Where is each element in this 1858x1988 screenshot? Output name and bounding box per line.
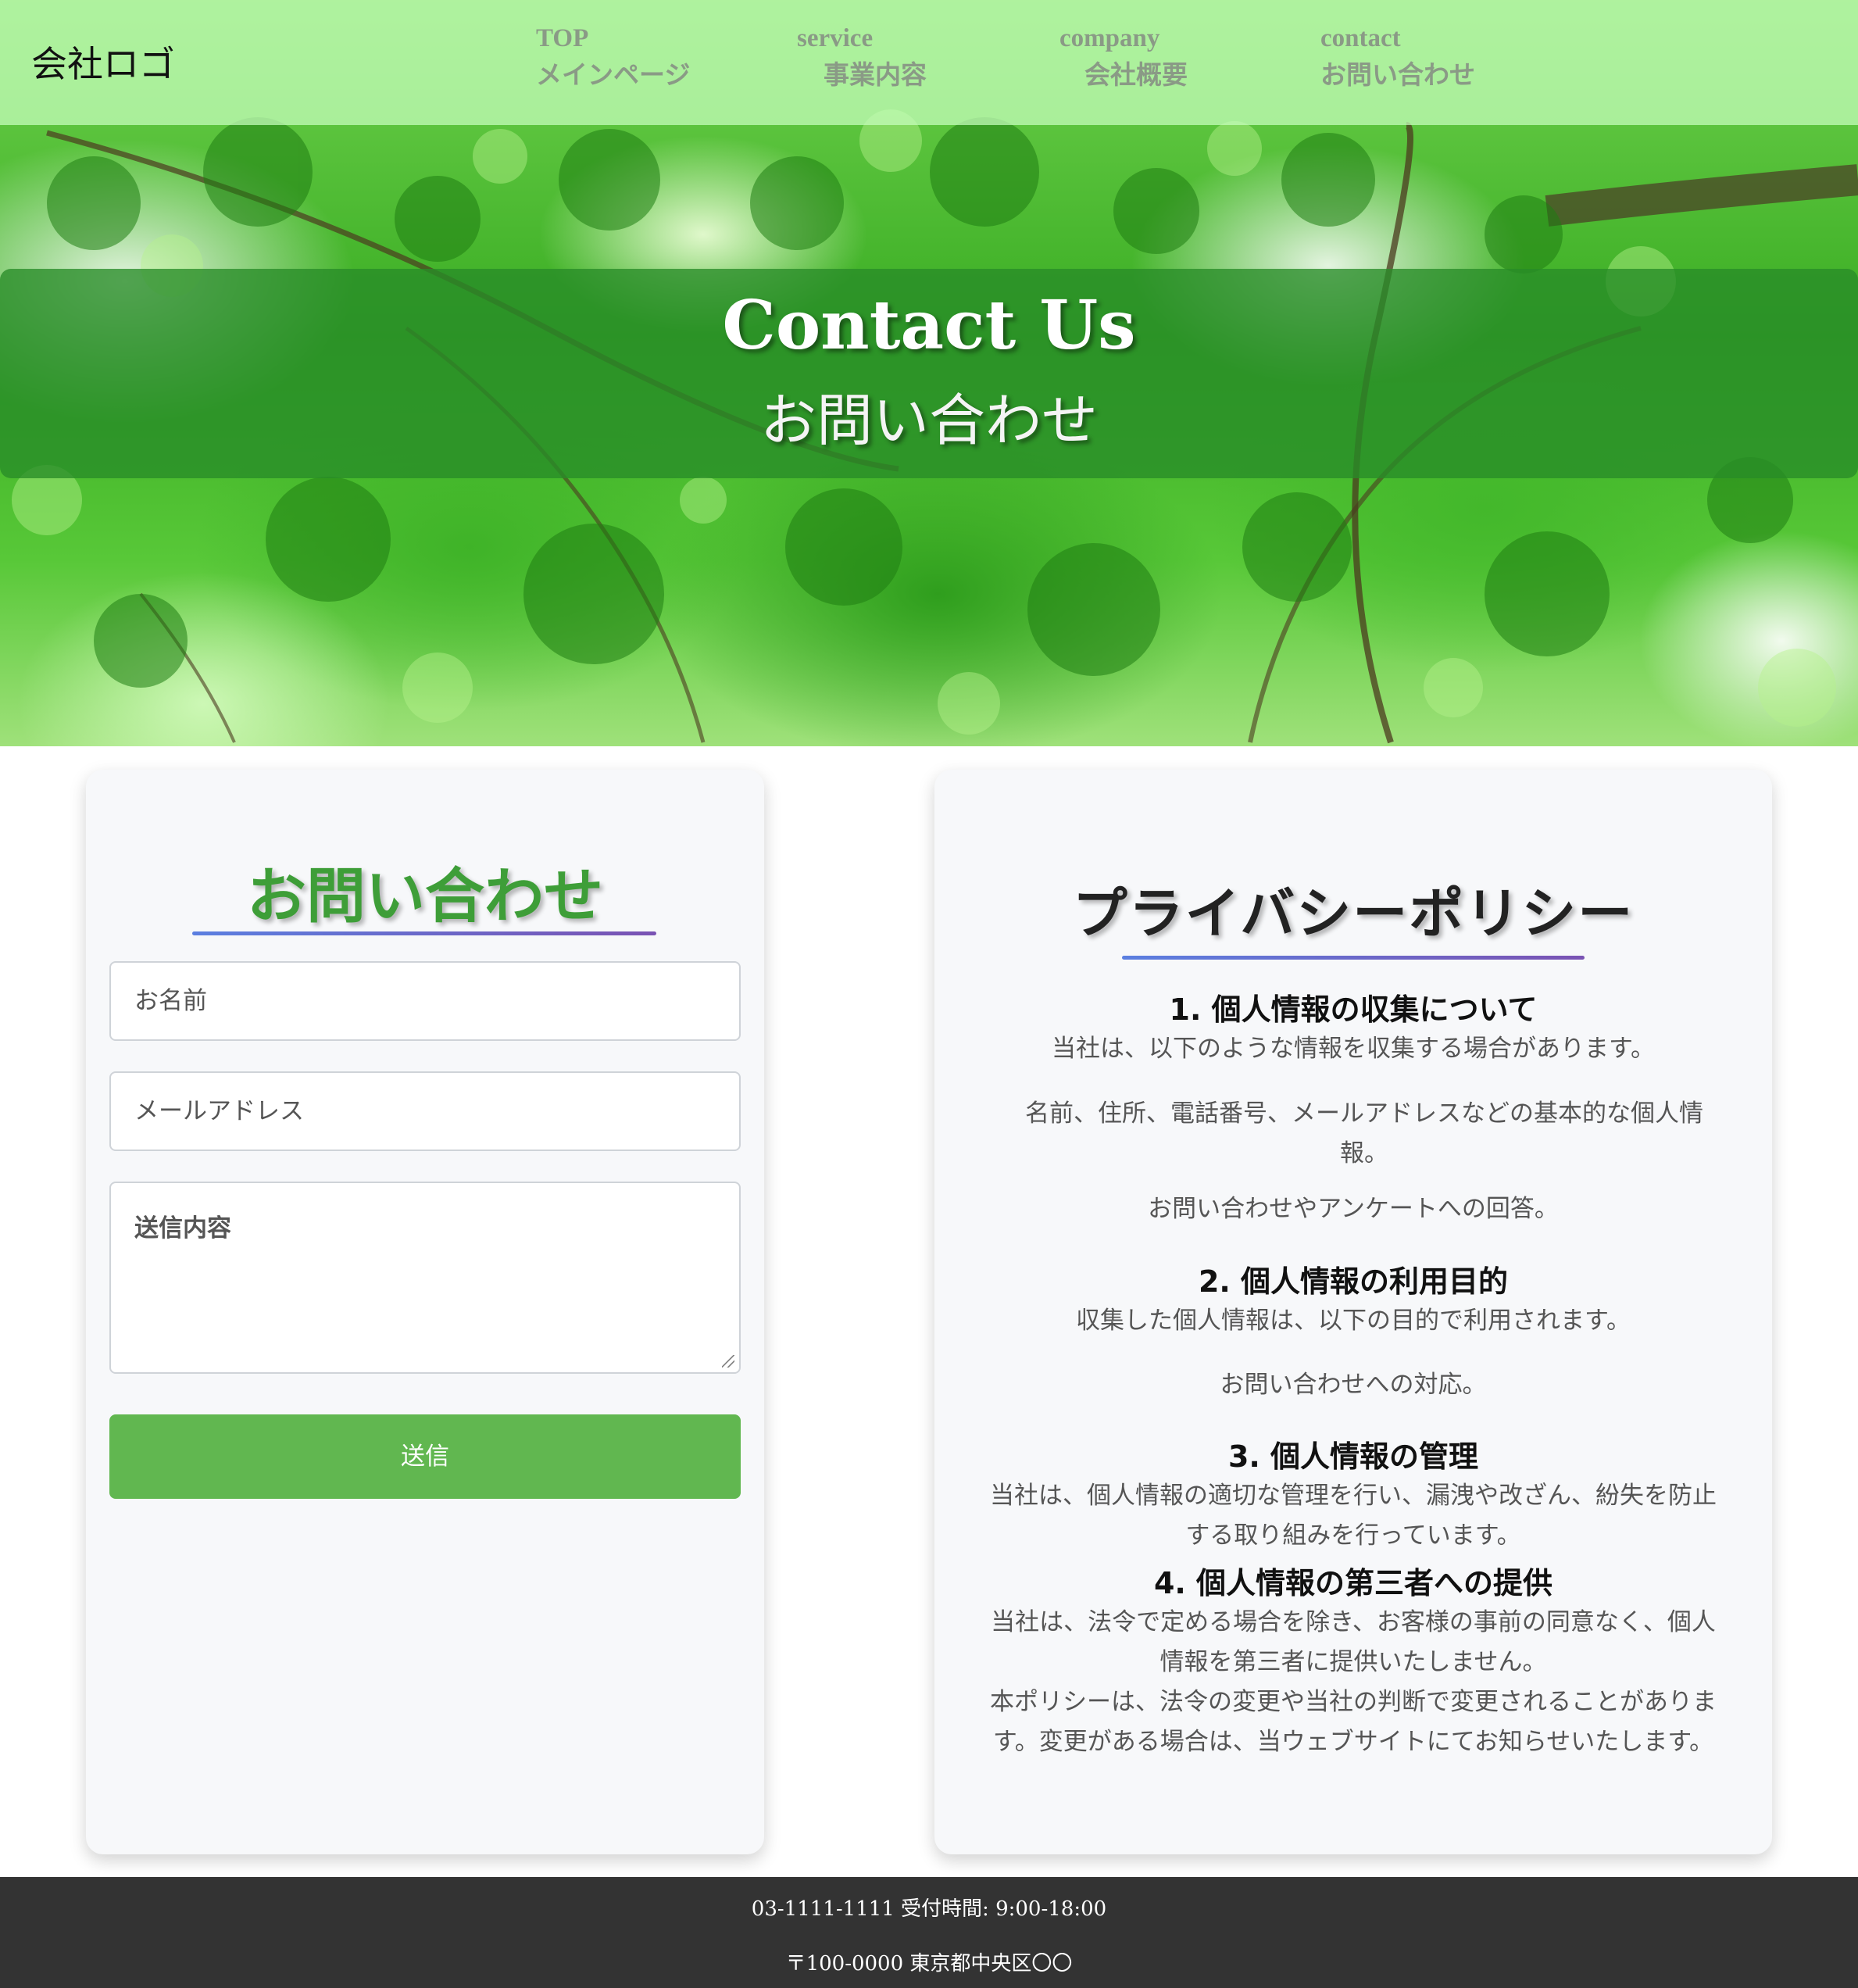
policy-section-1-item-1: 名前、住所、電話番号、メールアドレスなどの基本的な個人情報。 [1025, 1099, 1703, 1167]
policy-section-3-title: 3. 個人情報の管理 [1227, 1439, 1479, 1474]
contact-form-card: お問い合わせ お名前 メールアドレス 送信内容 送信 [86, 770, 764, 1854]
hero-banner: Contact Us お問い合わせ [0, 269, 1858, 478]
submit-button[interactable]: 送信 [109, 1414, 741, 1499]
policy-section-2-intro: 収集した個人情報は、以下の目的で利用されます。 [1076, 1307, 1631, 1335]
nav-item-top-ja: メインページ [536, 62, 691, 90]
nav-item-company-ja: 会社概要 [1084, 62, 1188, 90]
message-textarea[interactable]: 送信内容 [109, 1182, 741, 1374]
nav-item-company[interactable]: company 会社概要 [1059, 20, 1188, 95]
privacy-policy-card: プライバシーポリシー 1. 個人情報の収集について 当社は、以下のような情報を収… [934, 770, 1772, 1854]
nav-item-top[interactable]: TOP メインページ [536, 20, 690, 95]
policy-section-3-text: 当社は、個人情報の適切な管理を行い、漏洩や改ざん、紛失を防止する取り組みを行って… [990, 1482, 1717, 1550]
message-textarea-placeholder: 送信内容 [134, 1214, 231, 1242]
name-input-placeholder: お名前 [134, 987, 207, 1015]
policy-section-4-text: 当社は、法令で定める場合を除き、お客様の事前の同意なく、個人情報を第三者に提供い… [991, 1608, 1716, 1676]
page-footer: 03-1111-1111 受付時間: 9:00-18:00 〒100-0000 … [0, 1877, 1858, 1988]
company-logo[interactable]: 会社ロゴ [31, 36, 175, 88]
resize-handle-icon[interactable] [722, 1355, 734, 1368]
policy-section-2-item-1: お問い合わせへの対応。 [1220, 1371, 1487, 1399]
hero-subtitle: お問い合わせ [759, 388, 1098, 453]
footer-address: 〒100-0000 東京都中央区〇〇 [785, 1952, 1073, 1975]
nav-item-service-en: service [797, 24, 874, 52]
policy-section-1-title: 1. 個人情報の収集について [1169, 992, 1538, 1027]
policy-closing-text: 本ポリシーは、法令の変更や当社の判断で変更されることがあります。変更がある場合は… [990, 1688, 1717, 1756]
email-input-placeholder: メールアドレス [134, 1097, 304, 1125]
nav-item-company-en: company [1059, 24, 1160, 52]
heading-underline [192, 931, 656, 935]
nav-item-contact[interactable]: contact お問い合わせ [1320, 20, 1475, 95]
nav-item-contact-en: contact [1320, 24, 1401, 52]
privacy-policy-heading: プライバシーポリシー [1072, 881, 1635, 946]
nav-item-contact-ja: お問い合わせ [1320, 62, 1475, 90]
footer-phone-hours: 03-1111-1111 受付時間: 9:00-18:00 [751, 1897, 1107, 1921]
policy-section-1-intro: 当社は、以下のような情報を収集する場合があります。 [1052, 1035, 1655, 1063]
policy-section-1-item-2: お問い合わせやアンケートへの回答。 [1148, 1195, 1559, 1223]
name-input[interactable]: お名前 [109, 961, 741, 1041]
nav-item-service-ja: 事業内容 [824, 62, 927, 90]
hero-title: Contact Us [722, 286, 1136, 365]
email-input[interactable]: メールアドレス [109, 1071, 741, 1151]
nav-item-top-en: TOP [536, 24, 589, 52]
policy-section-4-title: 4. 個人情報の第三者への提供 [1153, 1566, 1553, 1600]
top-navigation-bar: 会社ロゴ TOP メインページ service 事業内容 company 会社概… [0, 0, 1858, 125]
heading-underline [1122, 956, 1585, 960]
hero-section: 会社ロゴ TOP メインページ service 事業内容 company 会社概… [0, 0, 1858, 746]
contact-form-heading: お問い合わせ [247, 861, 603, 931]
nav-item-service[interactable]: service 事業内容 [797, 20, 927, 95]
policy-section-2-title: 2. 個人情報の利用目的 [1198, 1264, 1509, 1299]
